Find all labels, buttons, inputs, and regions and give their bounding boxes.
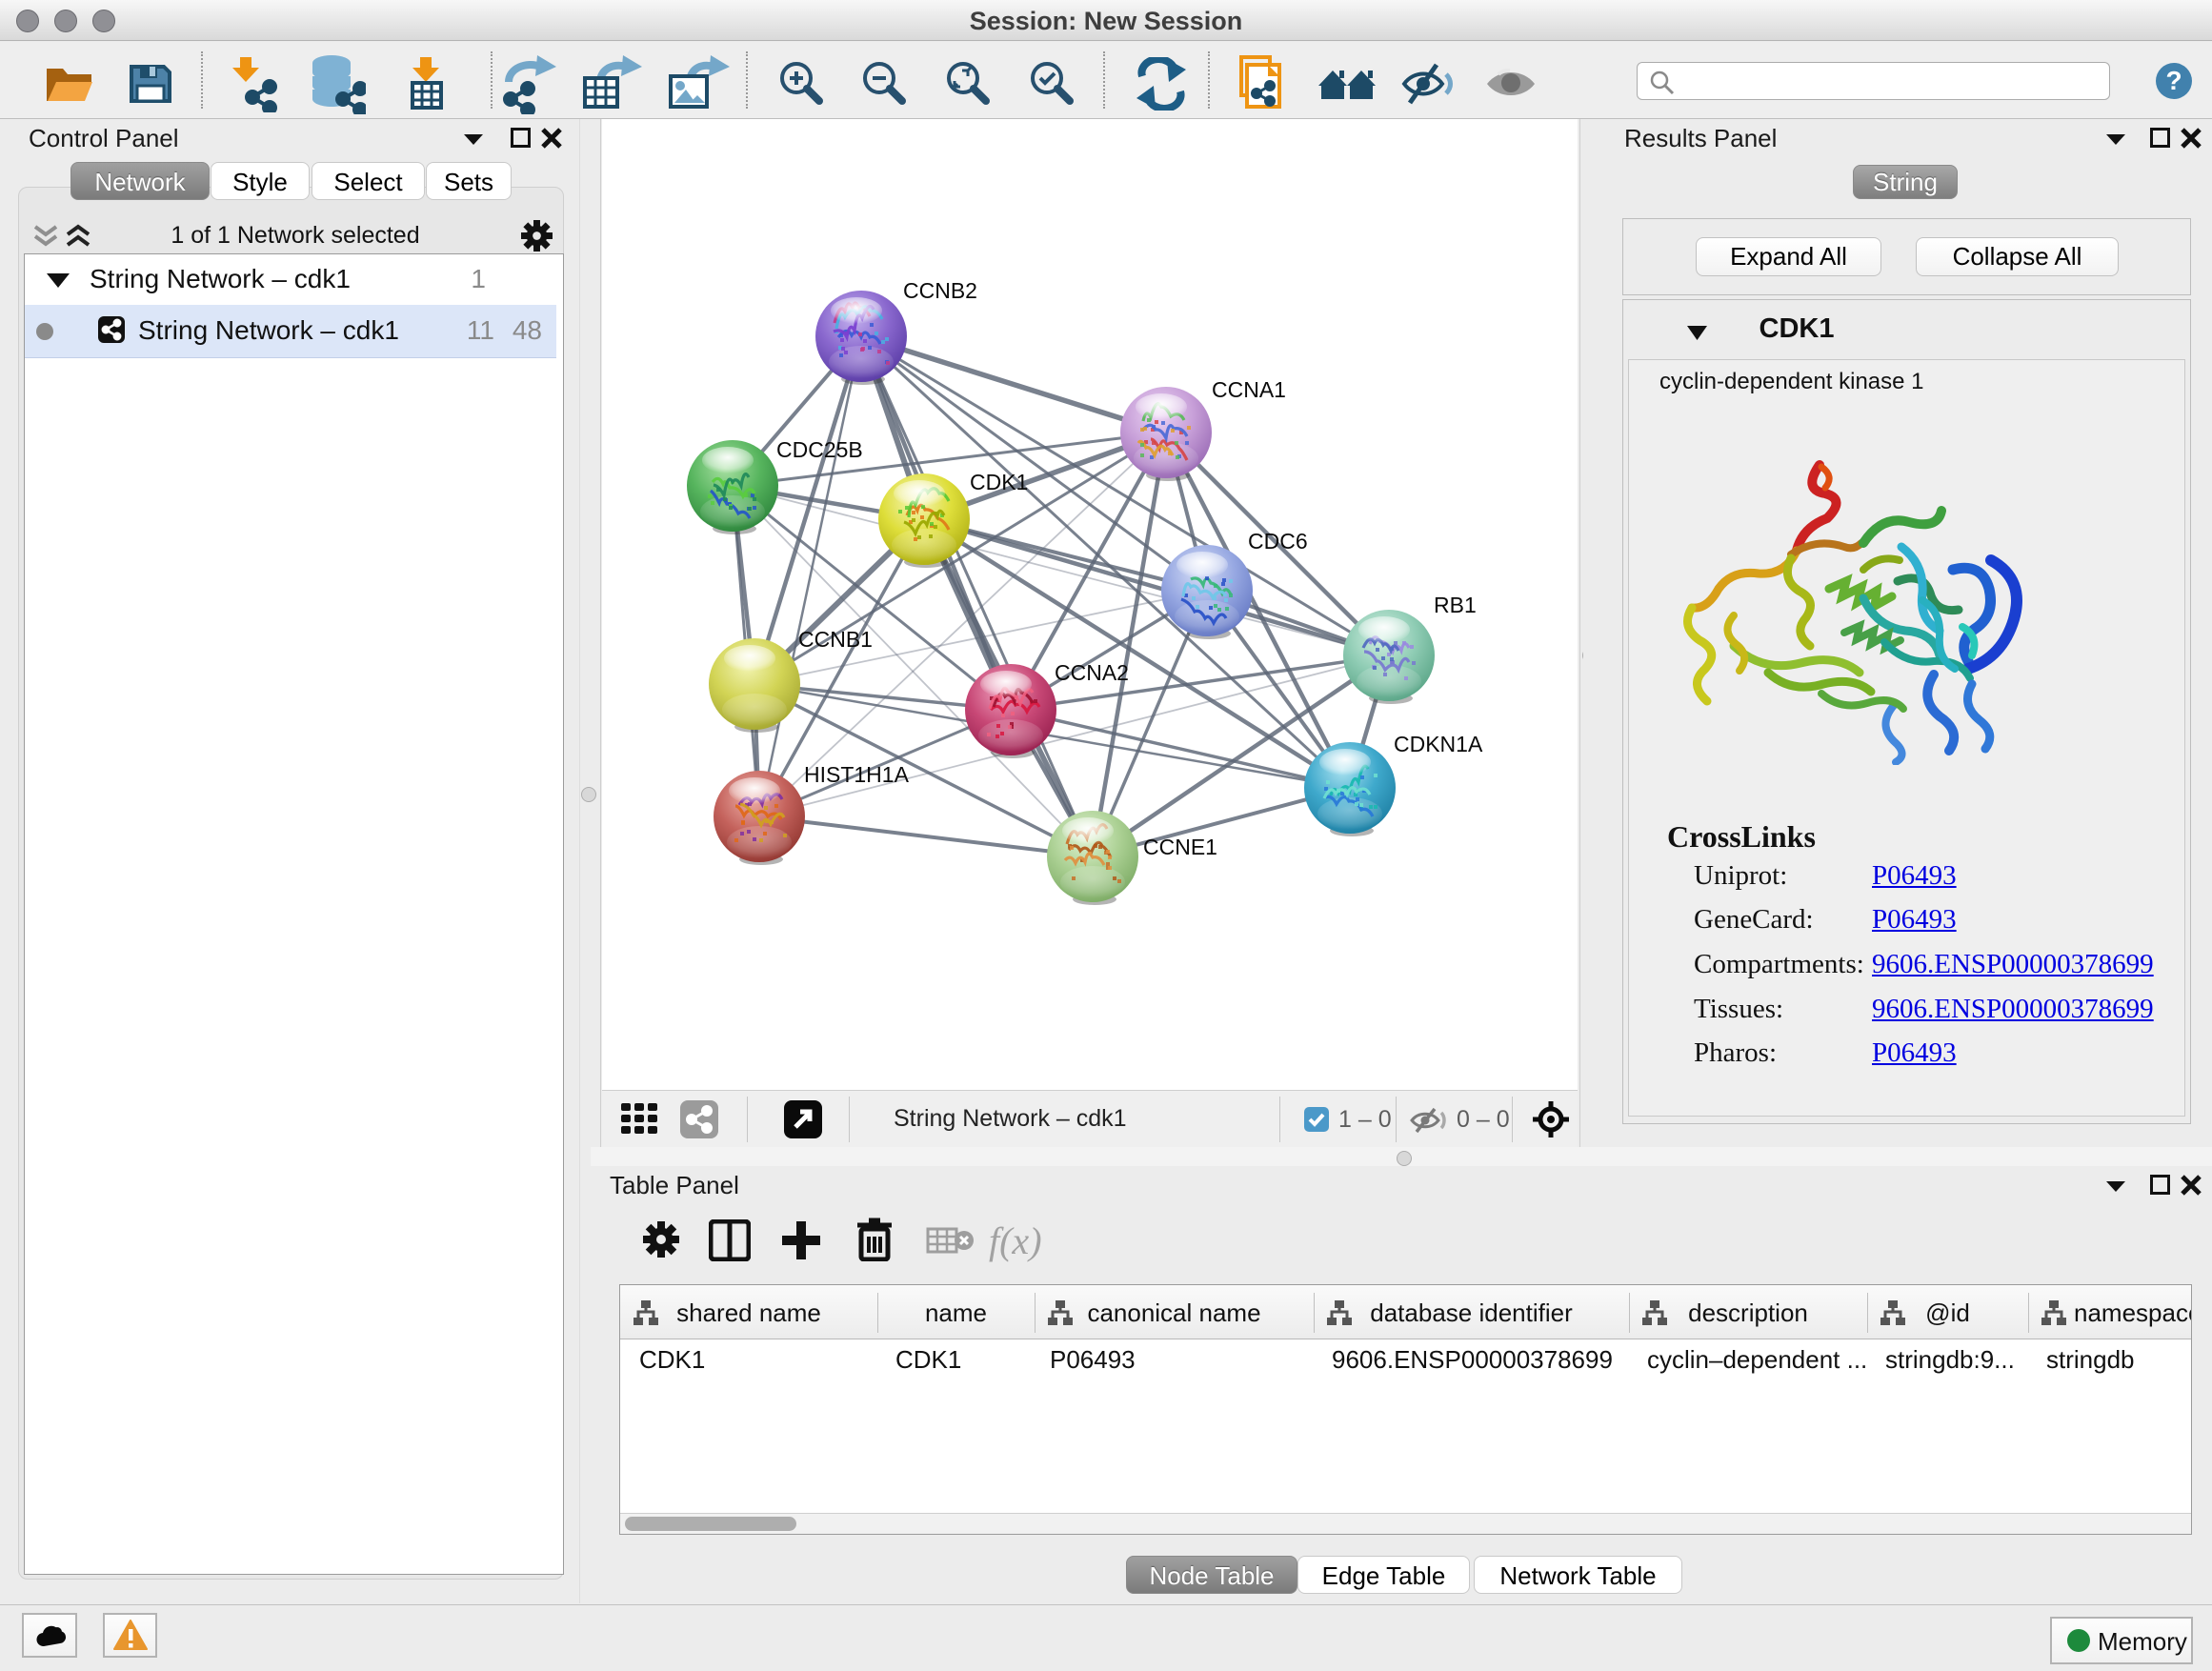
svg-text:CCNE1: CCNE1 <box>1143 835 1217 859</box>
svg-text:RB1: RB1 <box>1434 593 1477 617</box>
svg-text:CCNA1: CCNA1 <box>1212 377 1286 402</box>
svg-text:CDC25B: CDC25B <box>776 437 863 462</box>
svg-text:CCNA2: CCNA2 <box>1055 660 1129 685</box>
svg-text:CDKN1A: CDKN1A <box>1394 732 1483 756</box>
svg-text:CDC6: CDC6 <box>1248 529 1308 554</box>
svg-text:?: ? <box>2165 66 2182 95</box>
svg-text:CCNB1: CCNB1 <box>798 627 873 652</box>
svg-text:CDK1: CDK1 <box>970 470 1028 494</box>
svg-text:CCNB2: CCNB2 <box>903 278 977 303</box>
svg-text:HIST1H1A: HIST1H1A <box>804 762 910 787</box>
